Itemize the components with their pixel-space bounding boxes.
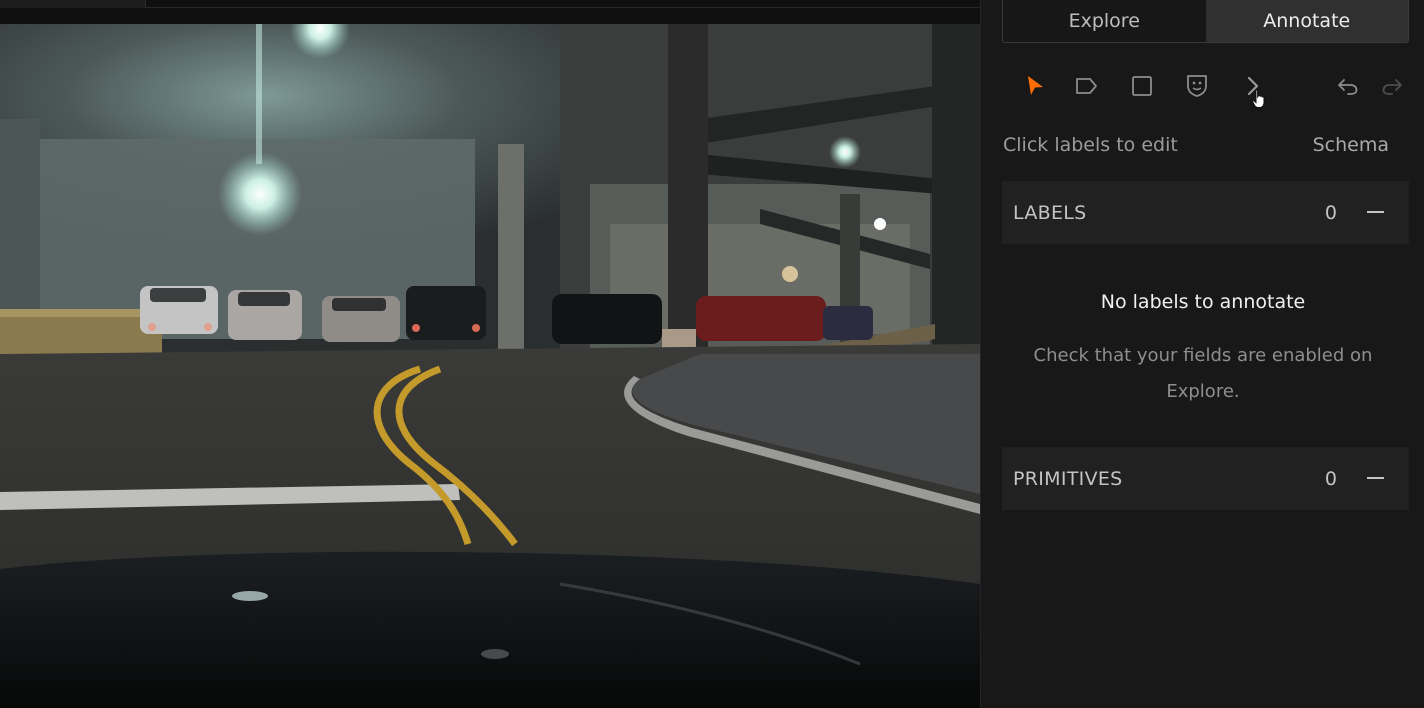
- bounding-box-icon[interactable]: [1128, 72, 1156, 100]
- sample-image[interactable]: [0, 24, 980, 708]
- select-arrow-icon[interactable]: [1021, 72, 1049, 100]
- label-tag-icon[interactable]: [1073, 72, 1101, 100]
- labels-count: 0: [1324, 201, 1337, 224]
- collapse-minus-icon[interactable]: [1367, 469, 1385, 487]
- viewer-tab[interactable]: [0, 0, 146, 8]
- chevron-right-icon[interactable]: [1239, 72, 1267, 100]
- primitives-section-title: PRIMITIVES: [1013, 467, 1123, 490]
- labels-section-title: LABELS: [1013, 201, 1087, 224]
- labels-section-header[interactable]: LABELS 0: [1002, 181, 1409, 244]
- annotation-panel: Explore Annotate Click labels to edit Sc…: [980, 0, 1424, 708]
- redo-icon[interactable]: [1378, 72, 1406, 100]
- annotation-toolbar: [981, 64, 1424, 108]
- edit-hint-text: Click labels to edit: [1003, 134, 1178, 156]
- mode-tabs: Explore Annotate: [1002, 0, 1409, 43]
- primitives-count: 0: [1324, 467, 1337, 490]
- primitives-section-header[interactable]: PRIMITIVES 0: [1002, 447, 1409, 510]
- undo-icon[interactable]: [1334, 72, 1362, 100]
- media-viewer[interactable]: [0, 0, 980, 708]
- divider: [146, 7, 980, 8]
- empty-state-message: Check that your fields are enabled on Ex…: [1033, 345, 1373, 402]
- tab-explore-label: Explore: [1068, 10, 1140, 32]
- tab-annotate-label: Annotate: [1263, 10, 1351, 32]
- schema-button[interactable]: Schema: [1313, 134, 1389, 156]
- collapse-minus-icon[interactable]: [1367, 203, 1385, 221]
- viewer-top-bar: [0, 0, 980, 24]
- empty-state-title: No labels to annotate: [1100, 291, 1306, 313]
- tab-explore[interactable]: Explore: [1003, 0, 1206, 42]
- mask-shield-icon[interactable]: [1183, 72, 1211, 100]
- tab-annotate[interactable]: Annotate: [1205, 0, 1408, 42]
